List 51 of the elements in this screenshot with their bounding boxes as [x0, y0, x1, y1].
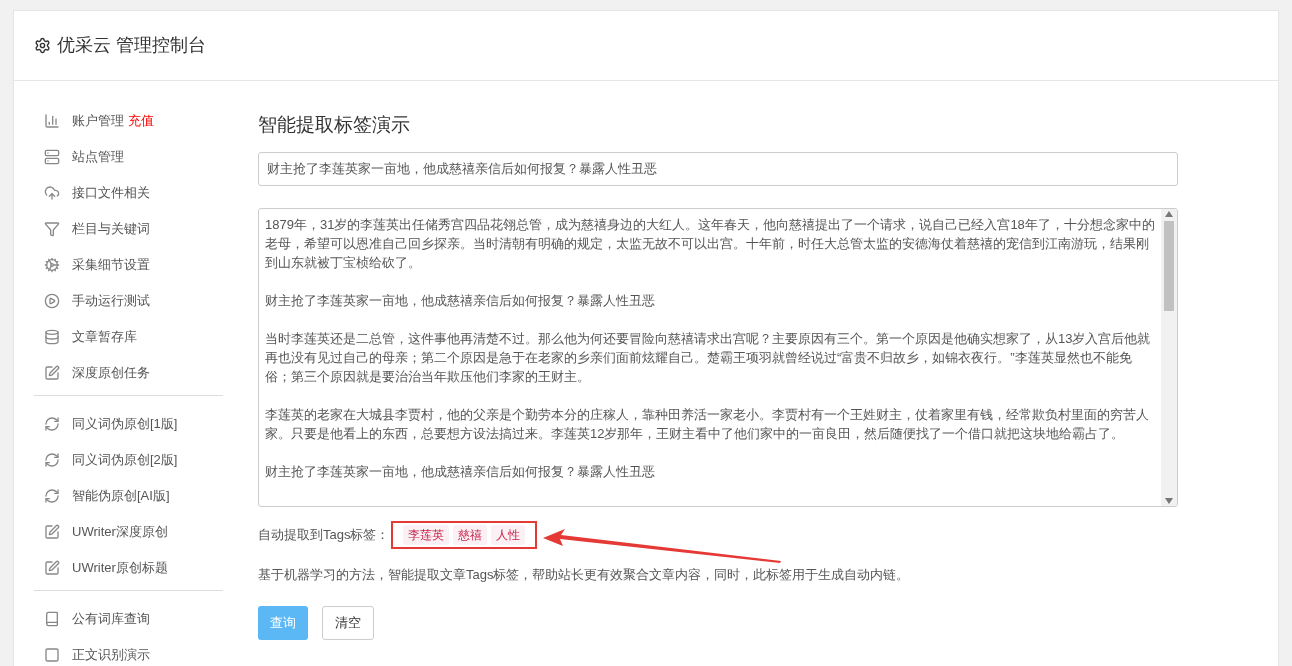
- content-field[interactable]: [258, 207, 1178, 507]
- console-title: 优采云 管理控制台: [57, 34, 206, 57]
- content-paragraph: 1879年，31岁的李莲英出任储秀宫四品花翎总管，成为慈禧身边的大红人。这年春天，他向慈禧提出了一个请求，说自己已经入宫18年了，十分想念家中的老母，希望可以恩准自己回乡探亲。当时清朝有明确的规定，太监无故不可以出宫。十年前，时任大总管太监的安德海仗着慈禧的宠信到江南游玩，结果刚到山东就被丁宝桢给砍了。: [265, 215, 1155, 272]
- bar-chart-icon: [44, 113, 60, 129]
- sidebar-item[interactable]: 栏目与关键词: [72, 219, 150, 239]
- refresh-icon: [44, 452, 60, 468]
- sidebar-item[interactable]: 账户管理: [72, 111, 124, 131]
- content-paragraph: 财主抢了李莲英家一亩地，他成慈禧亲信后如何报复？暴露人性丑恶: [265, 291, 656, 310]
- square-icon: [44, 647, 60, 663]
- edit-icon: [44, 524, 60, 540]
- tag: 李莲英: [403, 524, 450, 545]
- page-heading: 智能提取标签演示: [258, 113, 411, 137]
- sidebar-item[interactable]: 同义词伪原创[2版]: [72, 450, 178, 470]
- edit-icon: [44, 365, 60, 381]
- sidebar-item[interactable]: UWriter原创标题: [72, 558, 168, 578]
- refresh-icon: [44, 416, 60, 432]
- content-paragraph: 当时李莲英还是二总管，这件事他再清楚不过。那么他为何还要冒险向慈禧请求出宫呢？主要原因有三个。第一个原因是他确实想家了，从13岁入宫后他就再也没有见过自己的母亲；第二个原因是急于在老家的乡亲们面前炫耀自己。楚霸王项羽就曾经说过“富贵不归故乡，如锦衣夜行。”李莲英显然也不能免俗；第三个原因就是要治治当年欺压他们李家的王财主。: [265, 329, 1152, 386]
- sidebar-item[interactable]: UWriter深度原创: [72, 522, 168, 542]
- content-paragraph: 财主抢了李莲英家一亩地，他成慈禧亲信后如何报复？暴露人性丑恶: [265, 462, 656, 481]
- scrollbar[interactable]: [1161, 208, 1177, 506]
- sidebar-item[interactable]: 站点管理: [72, 147, 124, 167]
- sidebar-item[interactable]: 接口文件相关: [72, 183, 150, 203]
- sidebar-item[interactable]: 智能伪原创[AI版]: [72, 486, 170, 506]
- sidebar-item[interactable]: 深度原创任务: [72, 363, 150, 383]
- sidebar-item[interactable]: 采集细节设置: [72, 255, 150, 275]
- sidebar-item[interactable]: 同义词伪原创[1版]: [72, 414, 178, 434]
- description-text: 基于机器学习的方法，智能提取文章Tags标签，帮助站长更有效聚合文章内容，同时，此标签用于生成自动内链。: [258, 565, 911, 584]
- sidebar-item[interactable]: 手动运行测试: [72, 291, 150, 311]
- book-icon: [44, 611, 60, 627]
- tag: 人性: [491, 524, 526, 545]
- filter-icon: [44, 221, 60, 237]
- database-icon: [44, 329, 60, 345]
- tag: 慈禧: [453, 524, 488, 545]
- cloud-upload-icon: [44, 185, 60, 201]
- tags-label: 自动提取到Tags标签：: [258, 525, 390, 544]
- settings-icon: [34, 37, 51, 54]
- gears-icon: [44, 257, 60, 273]
- recharge-link[interactable]: 充值: [128, 111, 154, 131]
- scroll-up-icon[interactable]: [1165, 210, 1173, 217]
- scroll-down-icon[interactable]: [1165, 497, 1173, 504]
- server-icon: [44, 149, 60, 165]
- clear-button[interactable]: 清空: [322, 606, 374, 640]
- play-icon: [44, 293, 60, 309]
- sidebar-item[interactable]: 文章暂存库: [72, 327, 137, 347]
- edit-icon: [44, 560, 60, 576]
- sidebar-item[interactable]: 公有词库查询: [72, 609, 150, 629]
- refresh-icon: [44, 488, 60, 504]
- title-field[interactable]: 财主抢了李莲英家一亩地，他成慈禧亲信后如何报复？暴露人性丑恶: [258, 151, 1178, 186]
- sidebar-item[interactable]: 正文识别演示: [72, 645, 150, 665]
- scrollbar-thumb[interactable]: [1164, 220, 1174, 311]
- content-paragraph: 李莲英的老家在大城县李贾村，他的父亲是个勤劳本分的庄稼人，靠种田养活一家老小。李贾村有一个王姓财主，仗着家里有钱，经常欺负村里面的穷苦人家。只要是他看上的东西，总要想方设法搞过来。李莲英12岁那年，王财主看中了他们家中的一亩良田，然后随便找了一个借口就把这块地给霸占了。: [265, 405, 1150, 443]
